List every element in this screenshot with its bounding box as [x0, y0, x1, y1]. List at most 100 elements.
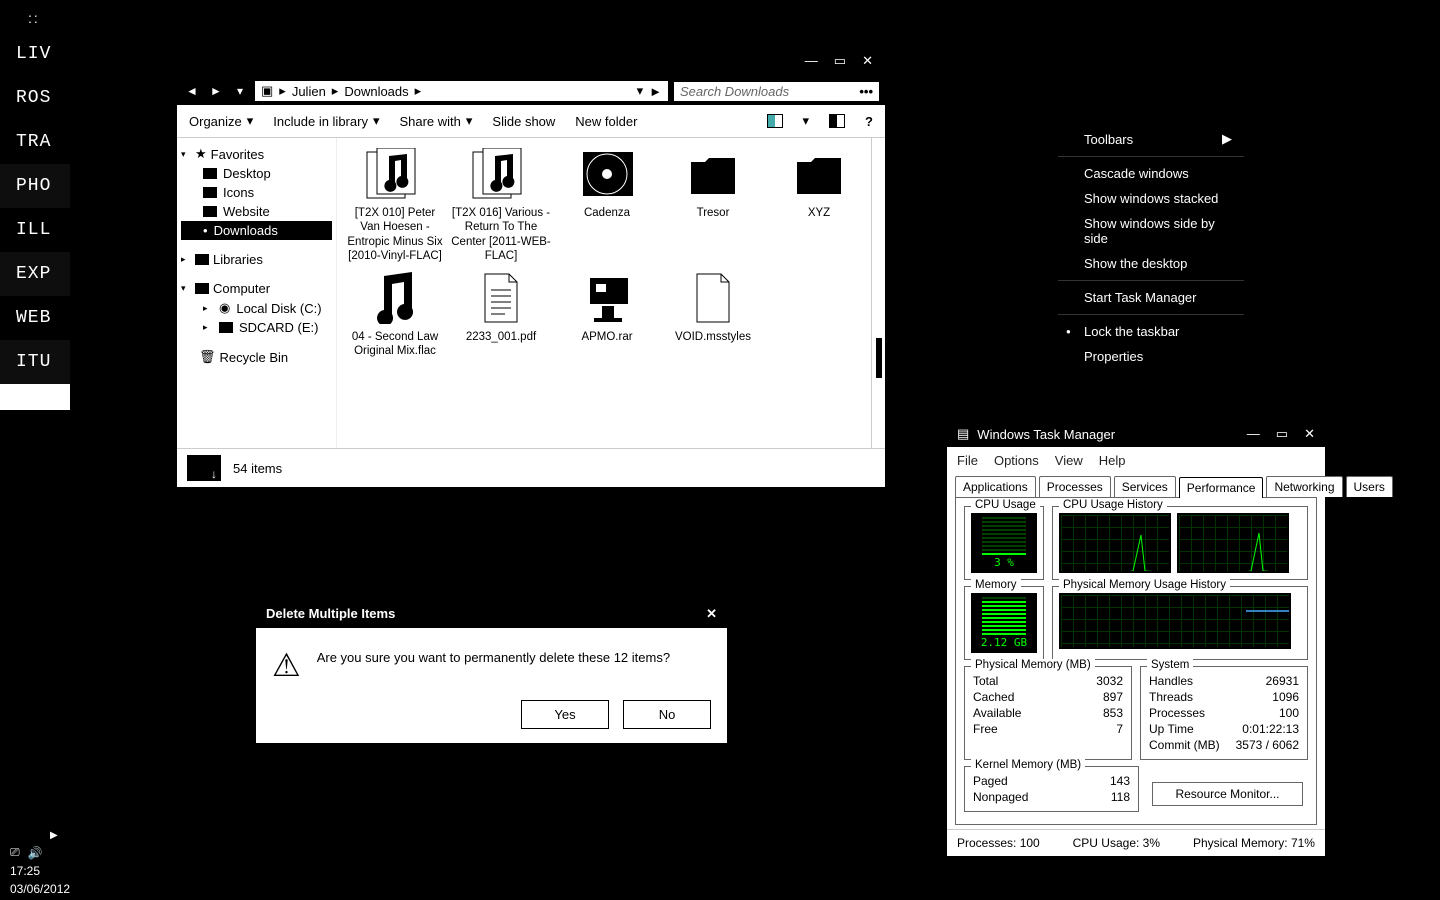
dock-item-itu[interactable]: ITU	[0, 340, 70, 384]
file-item[interactable]: XYZ	[769, 146, 869, 264]
delete-confirm-dialog: Delete Multiple Items ✕ ⚠ Are you sure y…	[256, 600, 727, 743]
kv-label: Available	[973, 706, 1021, 720]
resource-monitor-button[interactable]: Resource Monitor...	[1152, 782, 1302, 806]
tm-titlebar[interactable]: ▤ Windows Task Manager — ▭ ✕	[947, 421, 1325, 447]
yes-button[interactable]: Yes	[521, 700, 609, 729]
file-item[interactable]: Tresor	[663, 146, 763, 264]
nav-local-disk[interactable]: ▸◉Local Disk (C:)	[181, 298, 332, 318]
maximize-button[interactable]: ▭	[834, 53, 846, 69]
file-item[interactable]: APMO.rar	[557, 270, 657, 359]
tab-networking[interactable]: Networking	[1266, 476, 1342, 497]
menu-lock-taskbar[interactable]: Lock the taskbar	[1056, 319, 1246, 344]
computer-group[interactable]: ▾Computer	[181, 279, 332, 298]
tm-maximize-button[interactable]: ▭	[1276, 426, 1288, 442]
file-item[interactable]: 2233_001.pdf	[451, 270, 551, 359]
navigation-pane: ▾★Favorites Desktop Icons Website •Downl…	[177, 138, 337, 448]
new-folder-button[interactable]: New folder	[575, 114, 637, 129]
window-titlebar[interactable]: — ▭ ✕	[177, 49, 885, 77]
libraries-group[interactable]: ▸Libraries	[181, 250, 332, 269]
tab-services[interactable]: Services	[1114, 476, 1176, 497]
scrollbar[interactable]	[871, 138, 885, 448]
tab-applications[interactable]: Applications	[955, 476, 1036, 497]
history-dropdown[interactable]: ▾	[231, 84, 249, 98]
memory-history-graph	[1059, 593, 1291, 649]
menu-stacked[interactable]: Show windows stacked	[1056, 186, 1246, 211]
network-icon[interactable]: ⎚	[10, 845, 20, 860]
dock-item-tra[interactable]: TRA	[0, 120, 70, 164]
help-button[interactable]: ?	[865, 114, 873, 129]
status-cpu: CPU Usage: 3%	[1073, 836, 1160, 850]
breadcrumb-bar[interactable]: ▣▸ Julien▸ Downloads▸ ▾ ►	[255, 81, 668, 101]
tm-menu-file[interactable]: File	[957, 453, 978, 468]
tm-menu-help[interactable]: Help	[1099, 453, 1126, 468]
clock-date[interactable]: 03/06/2012	[10, 882, 70, 896]
menu-properties[interactable]: Properties	[1056, 344, 1246, 369]
menu-cascade[interactable]: Cascade windows	[1056, 161, 1246, 186]
search-input[interactable]: Search Downloads •••	[674, 82, 879, 101]
tab-processes[interactable]: Processes	[1039, 476, 1111, 497]
crumb-history-icon[interactable]: ▾	[637, 83, 644, 99]
include-library-menu[interactable]: Include in library ▾	[273, 113, 379, 129]
menu-task-manager[interactable]: Start Task Manager	[1056, 285, 1246, 310]
clock-time[interactable]: 17:25	[10, 864, 40, 878]
menu-toolbars[interactable]: Toolbars▶	[1056, 126, 1246, 152]
file-label: [T2X 016] Various - Return To The Center…	[451, 206, 551, 264]
preview-pane-icon[interactable]	[767, 114, 783, 128]
file-item[interactable]: 04 - Second Law Original Mix.flac	[345, 270, 445, 359]
dock-item-ros[interactable]: ROS	[0, 76, 70, 120]
volume-icon[interactable]: 🔊	[28, 846, 43, 860]
file-item[interactable]: [T2X 016] Various - Return To The Center…	[451, 146, 551, 264]
minimize-button[interactable]: —	[805, 53, 818, 69]
menu-show-desktop[interactable]: Show the desktop	[1056, 251, 1246, 276]
tm-menu-options[interactable]: Options	[994, 453, 1039, 468]
slideshow-button[interactable]: Slide show	[492, 114, 555, 129]
file-item[interactable]: [T2X 010] Peter Van Hoesen - Entropic Mi…	[345, 146, 445, 264]
dock-item-ill[interactable]: ILL	[0, 208, 70, 252]
forward-button[interactable]: ►	[207, 84, 225, 98]
tab-users[interactable]: Users	[1346, 476, 1393, 497]
menu-sidebyside[interactable]: Show windows side by side	[1056, 211, 1246, 251]
tm-close-button[interactable]: ✕	[1304, 426, 1315, 442]
dock-item-liv[interactable]: LIV	[0, 32, 70, 76]
view-dropdown-icon[interactable]: ▾	[803, 113, 810, 129]
refresh-button[interactable]: ►	[649, 84, 662, 99]
archive-icon	[571, 270, 643, 326]
dock-item-blank[interactable]	[0, 384, 70, 410]
file-label: XYZ	[769, 206, 869, 220]
close-button[interactable]: ✕	[862, 53, 873, 69]
back-button[interactable]: ◄	[183, 84, 201, 98]
search-placeholder: Search Downloads	[680, 84, 789, 99]
cpu-usage-label: CPU Usage	[971, 499, 1040, 511]
no-button[interactable]: No	[623, 700, 711, 729]
dock-item-exp[interactable]: EXP	[0, 252, 70, 296]
file-item[interactable]: VOID.msstyles	[663, 270, 763, 359]
favorites-group[interactable]: ▾★Favorites	[181, 144, 332, 164]
file-item[interactable]: Cadenza	[557, 146, 657, 264]
crumb-sep: ▸	[332, 83, 339, 99]
share-with-menu[interactable]: Share with ▾	[399, 113, 472, 129]
dialog-close-button[interactable]: ✕	[706, 606, 717, 622]
nav-downloads[interactable]: •Downloads	[181, 221, 332, 240]
nav-website[interactable]: Website	[181, 202, 332, 221]
organize-menu[interactable]: Organize ▾	[189, 113, 253, 129]
crumb-downloads[interactable]: Downloads	[344, 84, 408, 99]
kv-label: Handles	[1149, 674, 1193, 688]
left-dock: :: LIV ROS TRA PHO ILL EXP WEB ITU	[0, 0, 70, 410]
dock-item-pho[interactable]: PHO	[0, 164, 70, 208]
nav-sdcard[interactable]: ▸SDCARD (E:)	[181, 318, 332, 337]
dock-item-web[interactable]: WEB	[0, 296, 70, 340]
tm-menu-view[interactable]: View	[1055, 453, 1083, 468]
crumb-julien[interactable]: Julien	[292, 84, 326, 99]
kv-value: 897	[1103, 690, 1123, 704]
kv-label: Total	[973, 674, 998, 688]
tray-expand-icon[interactable]: ▶	[50, 830, 58, 841]
tm-minimize-button[interactable]: —	[1247, 426, 1260, 442]
view-mode-icon[interactable]	[829, 114, 845, 128]
nav-desktop[interactable]: Desktop	[181, 164, 332, 183]
nav-recycle-bin[interactable]: 🗑Recycle Bin	[181, 347, 332, 367]
system-tray: ▶ ⎚ 🔊 17:25 03/06/2012	[4, 828, 76, 898]
tab-performance[interactable]: Performance	[1179, 477, 1264, 498]
taskbar-context-menu: Toolbars▶ Cascade windows Show windows s…	[1056, 120, 1246, 375]
file-label: Cadenza	[557, 206, 657, 220]
nav-icons[interactable]: Icons	[181, 183, 332, 202]
